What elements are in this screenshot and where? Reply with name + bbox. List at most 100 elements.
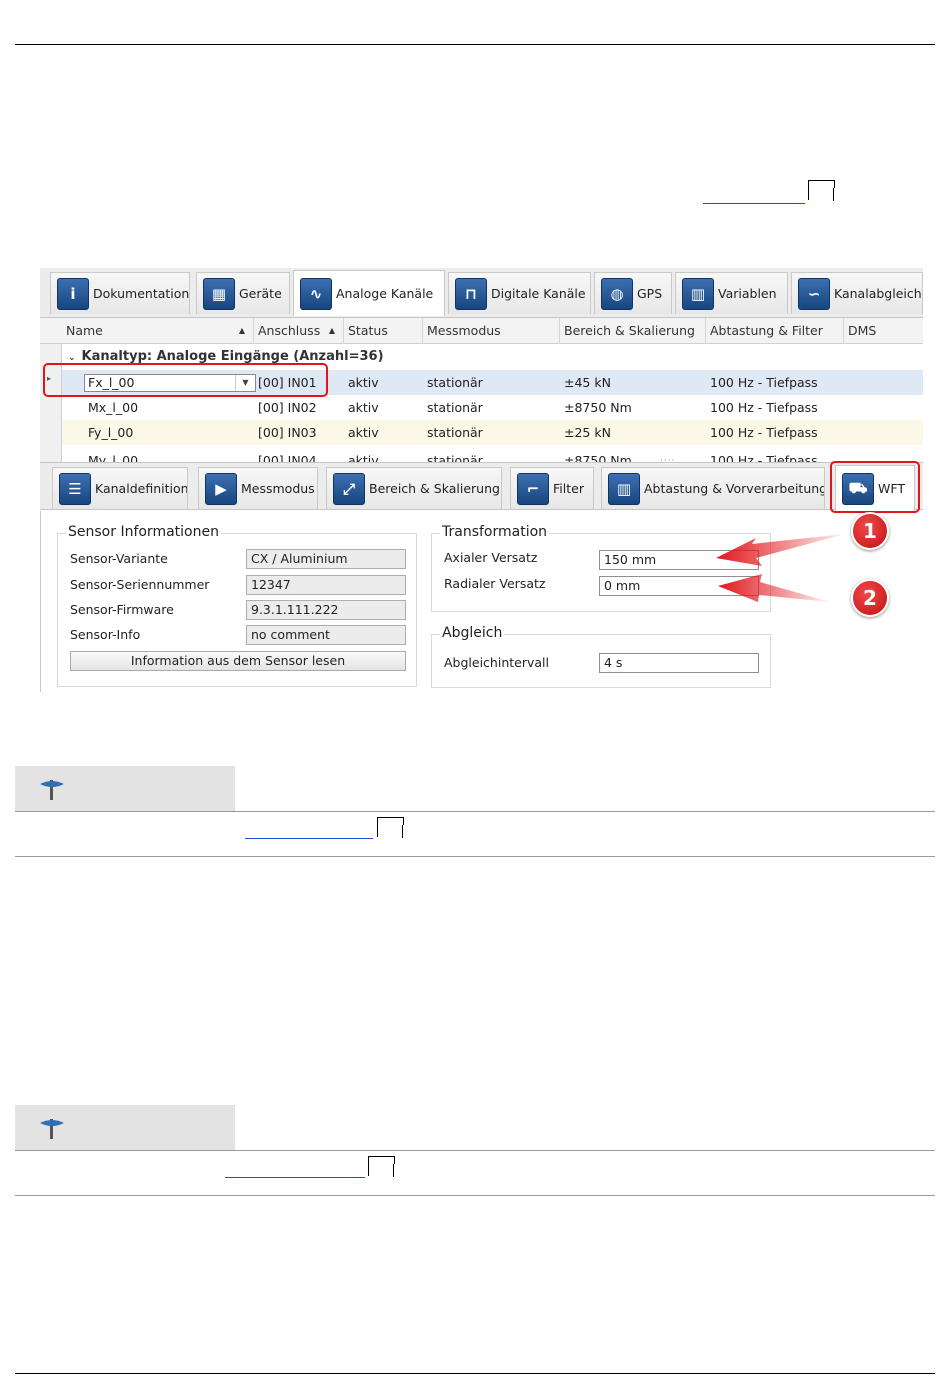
cell-abtastung: 100 Hz - Tiefpass [710, 400, 818, 415]
tab-label: Dokumentation [93, 286, 190, 301]
tab-label: Digitale Kanäle [491, 286, 586, 301]
abgleich-interval-input[interactable]: 4 s [599, 653, 759, 673]
digital-channel-icon: ⊓ [455, 277, 487, 310]
tab-variablen[interactable]: ▥ Variablen [675, 272, 788, 314]
radial-offset-input[interactable]: 0 mm [599, 576, 759, 596]
sensor-variante-field: CX / Aluminium [246, 549, 406, 569]
field-label: Sensor-Seriennummer [70, 577, 210, 592]
sort-asc-icon: ▲ [328, 326, 335, 335]
tab-label: Kanaldefinition [95, 481, 188, 496]
signpost-icon [40, 1119, 64, 1139]
tab-label: Variablen [718, 286, 777, 301]
tab-label: Analoge Kanäle [336, 286, 434, 301]
cell-bereich: ±25 kN [564, 425, 611, 440]
cell-messmodus: stationär [427, 400, 483, 415]
table-row[interactable]: Fy_l_00 [00] IN03 aktiv stationär ±25 kN… [62, 420, 923, 445]
tab-label: GPS [637, 286, 663, 301]
column-status[interactable]: Status [344, 318, 423, 344]
collapse-chevron-icon[interactable]: ⌄ [68, 353, 76, 363]
grid-header: Name ▲ Anschluss ▲ Status Messmodus Bereic… [40, 318, 923, 344]
tab-kanalabgleich[interactable]: ∽ Kanalabgleich [791, 272, 923, 314]
cell-messmodus: stationär [427, 453, 483, 462]
sort-asc-icon: ▲ [238, 326, 245, 335]
column-messmodus[interactable]: Messmodus [423, 318, 560, 344]
cell-bereich: ±45 kN [564, 375, 611, 390]
scaling-icon: ⤢ [333, 472, 365, 505]
column-bereich[interactable]: Bereich & Skalierung [560, 318, 706, 344]
cell-messmodus: stationär [427, 425, 483, 440]
tab-label: Geräte [239, 286, 282, 301]
sensor-seriennummer-field: 12347 [246, 575, 406, 595]
table-row[interactable]: Mx_l_00 [00] IN02 aktiv stationär ±8750 … [62, 395, 923, 420]
tab-geraete[interactable]: ▦ Geräte [196, 272, 290, 314]
tab-kanaldefinition[interactable]: ☰ Kanaldefinition [52, 467, 188, 509]
note-rule [15, 1195, 935, 1196]
channel-definition-icon: ☰ [59, 472, 91, 505]
field-label: Abgleichintervall [444, 655, 549, 670]
tab-filter[interactable]: ⌐ Filter [510, 467, 594, 509]
reference-link[interactable] [225, 1177, 365, 1178]
cell-abtastung: 100 Hz - Tiefpass [710, 453, 818, 462]
tab-label: Messmodus [241, 481, 315, 496]
cell-name: My_l_00 [88, 453, 139, 462]
axial-offset-input[interactable]: 150 mm [599, 550, 759, 570]
play-icon: ▶ [205, 472, 237, 505]
wft-panel: Sensor Informationen Sensor-Variante CX … [40, 511, 923, 692]
cell-status: aktiv [348, 400, 379, 415]
analog-channel-icon: ∿ [300, 277, 332, 310]
cell-anschluss: [00] IN02 [258, 400, 317, 415]
page-reference-icon [808, 180, 834, 201]
detail-tabbar: ☰ Kanaldefinition ▶ Messmodus ⤢ Bereich … [40, 462, 923, 511]
filter-icon: ⌐ [517, 472, 549, 505]
info-icon: i [57, 277, 89, 310]
field-label: Axialer Versatz [444, 550, 538, 565]
sampling-icon: ▥ [608, 472, 640, 505]
tab-label: Abtastung & Vorverarbeitung [644, 481, 825, 496]
cell-abtastung: 100 Hz - Tiefpass [710, 425, 818, 440]
tab-gps[interactable]: ◍ GPS [594, 272, 672, 314]
tab-abtastung-vorverarbeitung[interactable]: ▥ Abtastung & Vorverarbeitung [601, 467, 825, 509]
cell-anschluss: [00] IN04 [258, 453, 317, 462]
table-row-partial[interactable]: My_l_00 [00] IN04 aktiv stationär ±8750 … [62, 448, 923, 462]
tab-bereich-skalierung[interactable]: ⤢ Bereich & Skalierung [326, 467, 502, 509]
tab-label: Filter [553, 481, 584, 496]
field-label: Sensor-Info [70, 627, 141, 642]
tab-label: Bereich & Skalierung [369, 481, 500, 496]
cell-name: Mx_l_00 [88, 400, 139, 415]
column-anschluss[interactable]: Anschluss ▲ [254, 318, 344, 344]
column-abtastung[interactable]: Abtastung & Filter [706, 318, 844, 344]
group-title: Sensor Informationen [66, 524, 221, 540]
page-reference-icon [377, 817, 403, 838]
cell-status: aktiv [348, 425, 379, 440]
sensor-firmware-field: 9.3.1.111.222 [246, 600, 406, 620]
column-name[interactable]: Name ▲ [62, 318, 254, 344]
reference-link[interactable] [245, 838, 373, 839]
callout-2-badge: 2 [851, 579, 889, 617]
cell-name: Fy_l_00 [88, 425, 134, 440]
column-dms[interactable]: DMS [844, 318, 923, 344]
cell-messmodus: stationär [427, 375, 483, 390]
field-label: Radialer Versatz [444, 576, 546, 591]
callout-1-badge: 1 [851, 512, 889, 550]
cell-anschluss: [00] IN03 [258, 425, 317, 440]
signpost-icon [40, 780, 64, 800]
tab-digitale-kanaele[interactable]: ⊓ Digitale Kanäle [448, 272, 591, 314]
wft-tab-highlight [830, 461, 920, 513]
note-header-1 [15, 766, 235, 812]
note-rule [15, 856, 935, 857]
tab-dokumentation[interactable]: i Dokumentation [50, 272, 190, 314]
group-label: Kanaltyp: Analoge Eingänge (Anzahl=36) [81, 349, 384, 364]
reference-link[interactable] [703, 203, 805, 204]
note-rule [15, 1150, 935, 1151]
channel-tabbar: i Dokumentation ▦ Geräte ∿ Analoge Kanäl… [40, 268, 923, 318]
field-label: Sensor-Firmware [70, 602, 174, 617]
selected-row-highlight [43, 363, 328, 397]
software-screenshot: i Dokumentation ▦ Geräte ∿ Analoge Kanäl… [40, 268, 923, 692]
channel-sync-icon: ∽ [798, 277, 830, 310]
tab-label: Kanalabgleich [834, 286, 922, 301]
tab-analoge-kanaele[interactable]: ∿ Analoge Kanäle [293, 270, 445, 316]
sensor-info-group: Sensor Informationen Sensor-Variante CX … [57, 524, 417, 687]
tab-messmodus[interactable]: ▶ Messmodus [198, 467, 318, 509]
device-icon: ▦ [203, 277, 235, 310]
read-sensor-info-button[interactable]: Information aus dem Sensor lesen [70, 651, 406, 671]
